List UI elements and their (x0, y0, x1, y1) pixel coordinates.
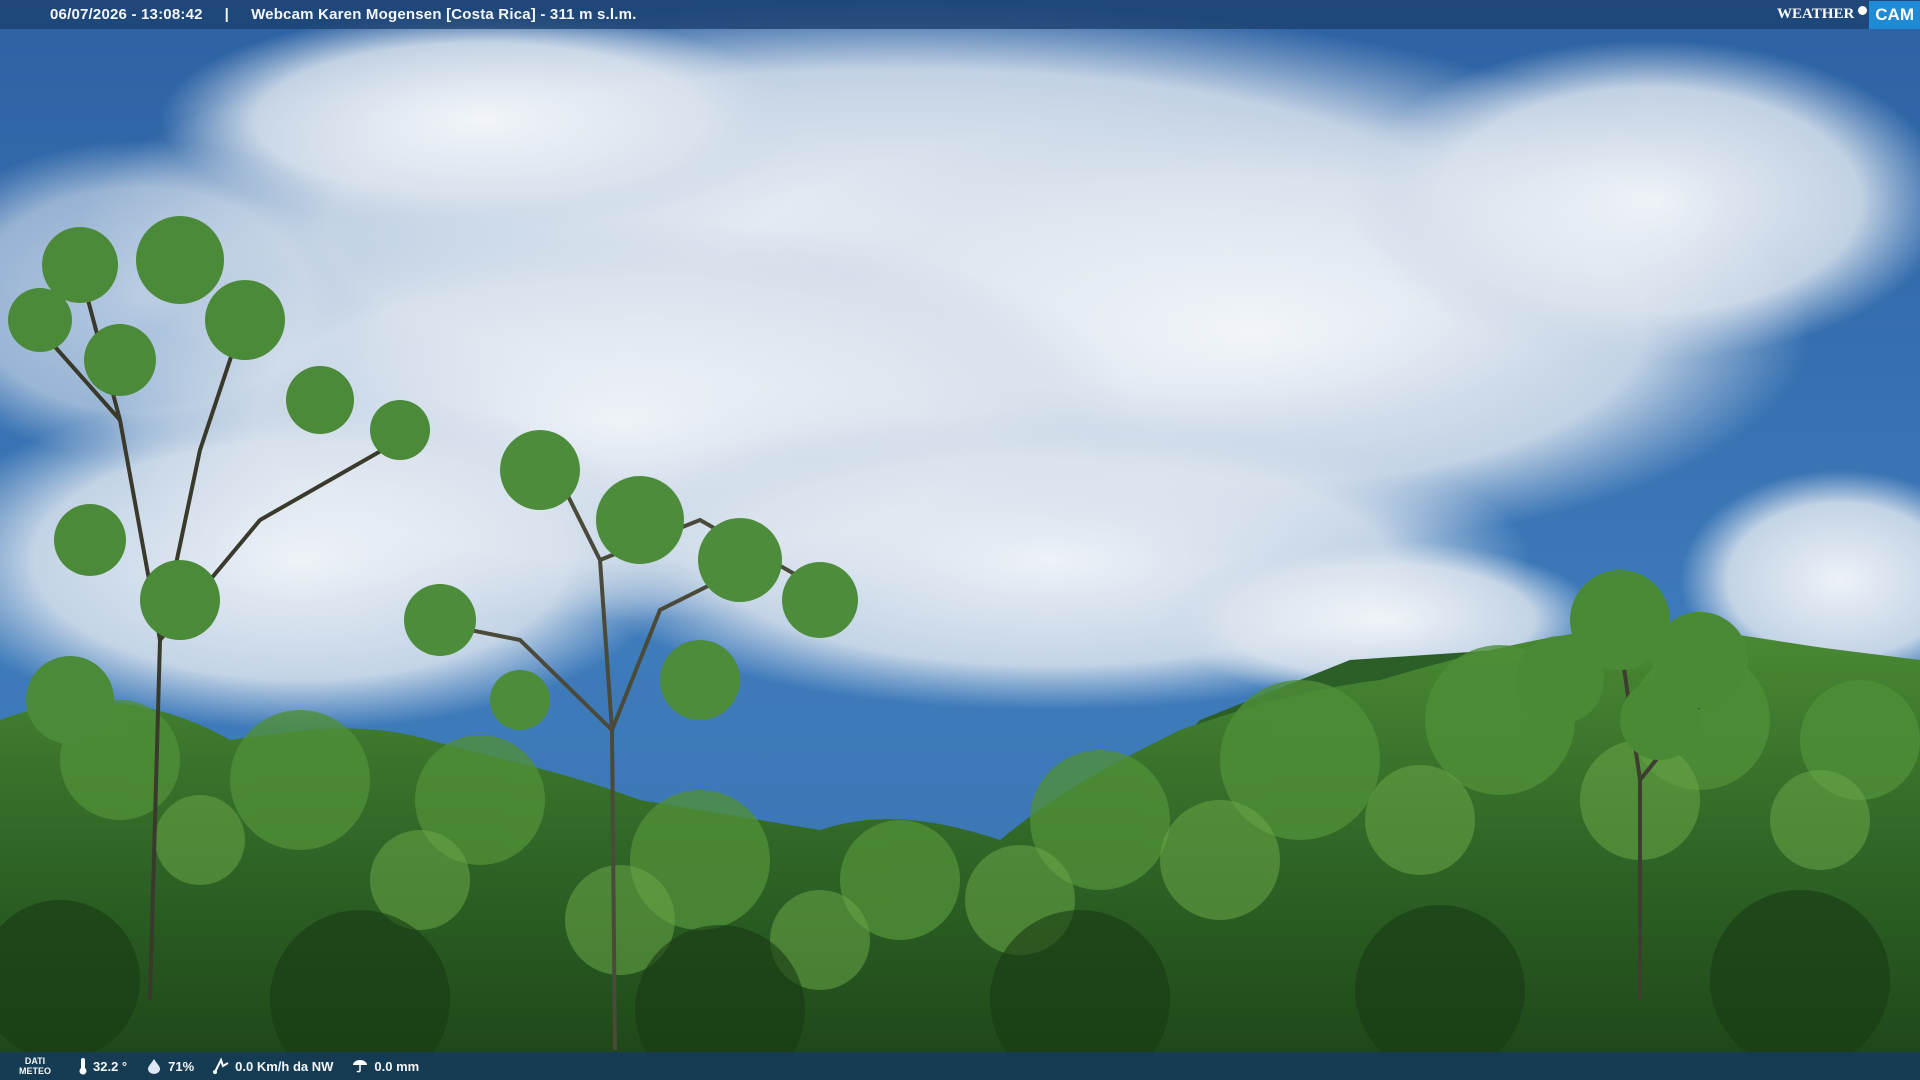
temperature-value: 32.2 ° (93, 1058, 128, 1074)
humidity-icon (148, 1059, 161, 1074)
wind-icon (213, 1057, 229, 1074)
timestamp: 06/07/2026 - 13:08:42 (50, 6, 203, 23)
rain-value: 0.0 mm (374, 1058, 420, 1074)
meteo-label: DATI METEO (18, 1056, 51, 1076)
weather-data-bar: DATI METEO 32.2 ° 71% 0.0 Km/h da NW 0.0… (0, 1052, 1920, 1080)
webcam-frame: 06/07/2026 - 13:08:42 | Webcam Karen Mog… (0, 0, 1920, 1080)
wind-reading: 0.0 Km/h da NW (212, 1057, 333, 1075)
camera-title: Webcam Karen Mogensen [Costa Rica] - 311… (251, 6, 637, 23)
title-separator: | (224, 6, 230, 23)
top-info-bar: 06/07/2026 - 13:08:42 | Webcam Karen Mog… (0, 0, 1920, 29)
logo-cam-text: CAM (1869, 0, 1920, 29)
wind-value: 0.0 Km/h da NW (235, 1058, 334, 1074)
humidity-value: 71% (168, 1058, 195, 1074)
rain-icon (353, 1060, 368, 1073)
webcam-image (0, 0, 1920, 1080)
logo-weather-text: WEATHER (1777, 6, 1855, 22)
temperature-reading: 32.2 ° (78, 1057, 127, 1075)
thermometer-icon (79, 1058, 87, 1075)
humidity-reading: 71% (145, 1058, 194, 1074)
logo-dot-icon (1858, 6, 1868, 15)
rain-reading: 0.0 mm (351, 1058, 419, 1074)
weathercam-logo: WEATHER CAM (1777, 0, 1920, 29)
